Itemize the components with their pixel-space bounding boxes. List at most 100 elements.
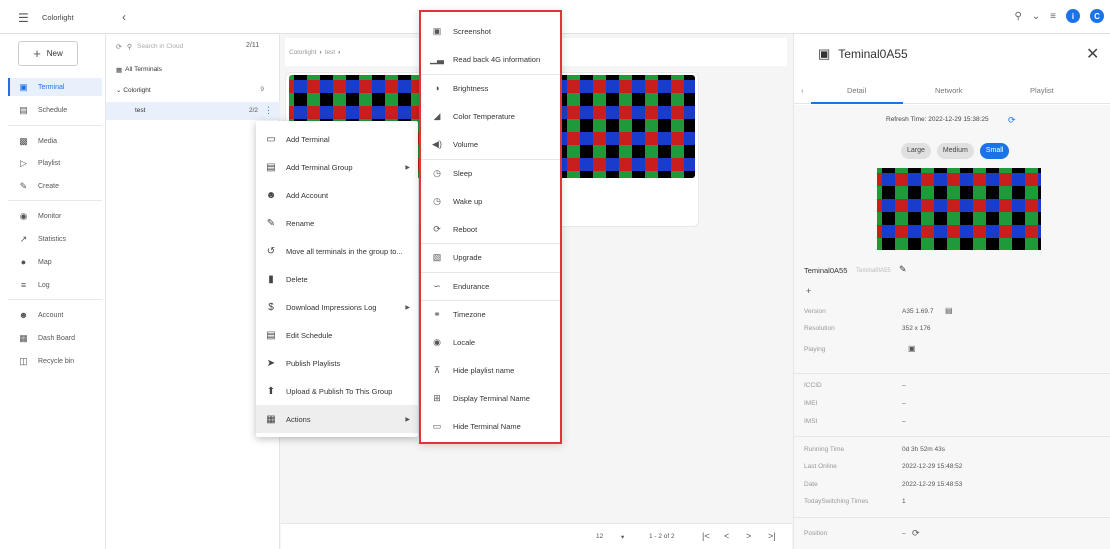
group-node-test[interactable]: test 2/2 ⋮ <box>106 102 280 120</box>
action-wake-up[interactable]: ◷ Wake up <box>421 187 560 215</box>
sidebar-item-statistics[interactable]: ↗ Statistics <box>8 230 102 248</box>
brightness-icon: ◑ <box>434 83 440 93</box>
sidebar-item-schedule[interactable]: ▤ Schedule <box>8 101 102 119</box>
sidebar-item-account[interactable]: ☻ Account <box>8 306 102 324</box>
action-hide-terminal-name[interactable]: ▭ Hide Terminal Name <box>421 412 560 440</box>
menu-item-rename[interactable]: ✎ Rename <box>256 209 418 237</box>
dollar-icon: $ <box>268 301 274 313</box>
action-volume[interactable]: ◀) Volume <box>421 130 560 158</box>
chevron-down-icon: ⌄ <box>116 87 122 94</box>
tab-detail[interactable]: Detail <box>847 86 866 95</box>
size-large-button[interactable]: Large <box>901 143 931 159</box>
sidebar-item-dashboard[interactable]: ▦ Dash Board <box>8 329 102 347</box>
per-page-select[interactable]: 12 <box>596 533 603 540</box>
menu-item-label: Upload & Publish To This Group <box>286 386 393 396</box>
action-hide-playlist-name[interactable]: ⊼ Hide playlist name <box>421 356 560 384</box>
sidebar-item-create[interactable]: ✎ Create <box>8 177 102 195</box>
action-color-temperature[interactable]: ◢ Color Temperature <box>421 102 560 130</box>
action-label: Volume <box>453 139 479 149</box>
action-reboot[interactable]: ⟳ Reboot <box>421 215 560 243</box>
edit-name-icon[interactable]: ✎ <box>899 264 907 275</box>
all-terminals-node[interactable]: ▦ All Terminals <box>116 66 162 74</box>
terminal-alias: Teminal0A55 <box>856 268 891 274</box>
sidebar-item-log[interactable]: ≡ Log <box>8 276 102 294</box>
sidebar-item-playlist[interactable]: ▷ Playlist <box>8 154 102 172</box>
hide-name-icon: ▭ <box>432 420 442 431</box>
last-page-icon[interactable]: >| <box>768 531 776 541</box>
detail-preview-image <box>877 168 1041 250</box>
playing-preview-icon[interactable]: ▣ <box>908 344 916 353</box>
action-label: Reboot <box>453 224 478 234</box>
search-icon[interactable]: ⚲ <box>1014 11 1021 22</box>
menu-item-add-terminal[interactable]: ▭ Add Terminal <box>256 125 418 153</box>
menu-item-move-terminals[interactable]: ↺ Move all terminals in the group to... <box>256 237 418 265</box>
size-medium-button[interactable]: Medium <box>936 143 974 159</box>
submenu-arrow-icon: ▶ <box>405 164 410 171</box>
terminal-count: 2/11 <box>246 42 260 49</box>
action-display-terminal-name[interactable]: ⊞ Display Terminal Name <box>421 384 560 412</box>
menu-item-download-impressions-log[interactable]: $ Download Impressions Log ▶ <box>256 293 418 321</box>
action-read-back-4g[interactable]: ▁▃ Read back 4G information <box>421 45 560 73</box>
refresh-icon[interactable]: ⟳ <box>1008 115 1016 126</box>
menu-item-label: Delete <box>286 274 308 284</box>
trash-icon: ◫ <box>19 355 28 366</box>
sidebar-item-monitor[interactable]: ◉ Monitor <box>8 207 102 225</box>
group-count: 9 <box>260 86 264 93</box>
tab-playlist[interactable]: Playlist <box>1030 86 1054 95</box>
close-icon[interactable]: ✕ <box>1086 44 1099 64</box>
action-label: Upgrade <box>453 252 482 262</box>
detail-panel: ▣ Teminal0A55 ✕ ‹ Detail Network Playlis… <box>793 34 1110 549</box>
action-brightness[interactable]: ◑ Brightness <box>421 74 560 102</box>
signal-icon: ▁▃ <box>430 53 444 64</box>
tab-network[interactable]: Network <box>935 86 963 95</box>
tabs-scroll-left-icon[interactable]: ‹ <box>801 86 804 95</box>
action-screenshot[interactable]: ▣ Screenshot <box>421 17 560 45</box>
hamburger-menu-icon[interactable]: ☰ <box>18 11 29 25</box>
menu-item-publish-playlists[interactable]: ➤ Publish Playlists <box>256 349 418 377</box>
menu-item-actions[interactable]: ▦ Actions ▶ <box>256 405 418 433</box>
breadcrumb-leaf[interactable]: test <box>325 49 335 56</box>
version-info-icon[interactable]: ▤ <box>945 306 953 315</box>
collapse-back-icon[interactable]: ‹ <box>122 10 126 24</box>
list-view-icon[interactable]: ≡ <box>1050 11 1056 22</box>
add-tag-button[interactable]: + <box>806 286 811 296</box>
first-page-icon[interactable]: |< <box>702 531 710 541</box>
locale-pin-icon: ◉ <box>433 336 441 347</box>
action-upgrade[interactable]: ▧ Upgrade <box>421 243 560 271</box>
menu-item-edit-schedule[interactable]: ▤ Edit Schedule <box>256 321 418 349</box>
avatar[interactable]: C <box>1090 9 1104 23</box>
sidebar-item-map[interactable]: ● Map <box>8 253 102 271</box>
menu-item-delete[interactable]: ▮ Delete <box>256 265 418 293</box>
screenshot-icon: ▣ <box>432 25 442 36</box>
menu-item-add-account[interactable]: ☻ Add Account <box>256 181 418 209</box>
new-button[interactable]: + New <box>18 41 78 66</box>
menu-item-upload-publish[interactable]: ⬆ Upload & Publish To This Group <box>256 377 418 405</box>
size-small-button[interactable]: Small <box>979 143 1010 159</box>
action-timezone[interactable]: ⚭ Timezone <box>421 300 560 328</box>
next-page-icon[interactable]: > <box>746 531 751 541</box>
refresh-position-icon[interactable]: ⟳ <box>912 528 920 539</box>
refresh-icon[interactable]: ⟳ <box>116 43 122 51</box>
tree-search: ⟳ ⚲ Search in Cloud <box>116 41 227 53</box>
divider <box>794 517 1110 518</box>
action-locale[interactable]: ◉ Locale <box>421 328 560 356</box>
sidebar-item-recycle-bin[interactable]: ◫ Recycle bin <box>8 352 102 370</box>
calendar-icon: ▤ <box>266 329 276 341</box>
action-endurance[interactable]: ∽ Endurance <box>421 272 560 300</box>
sidebar-item-terminal[interactable]: ▣ Terminal <box>8 78 102 96</box>
info-icon[interactable]: i <box>1066 9 1080 23</box>
breadcrumb-root[interactable]: Colorlight <box>289 49 316 56</box>
action-sleep[interactable]: ◷ Sleep <box>421 159 560 187</box>
endurance-icon: ∽ <box>433 280 441 291</box>
search-input[interactable]: Search in Cloud <box>137 41 227 53</box>
chevron-down-icon[interactable]: ⌄ <box>1032 11 1040 22</box>
prev-page-icon[interactable]: < <box>724 531 729 541</box>
menu-item-add-terminal-group[interactable]: ▤ Add Terminal Group ▶ <box>256 153 418 181</box>
more-vertical-icon[interactable]: ⋮ <box>264 105 273 116</box>
sidebar-item-media[interactable]: ▩ Media <box>8 132 102 150</box>
action-label: Sleep <box>453 168 473 178</box>
divider <box>8 299 102 300</box>
divider <box>794 436 1110 437</box>
group-node-colorlight[interactable]: ⌄ Colorlight 9 <box>116 86 264 94</box>
chevron-down-icon[interactable]: ▾ <box>621 533 624 541</box>
